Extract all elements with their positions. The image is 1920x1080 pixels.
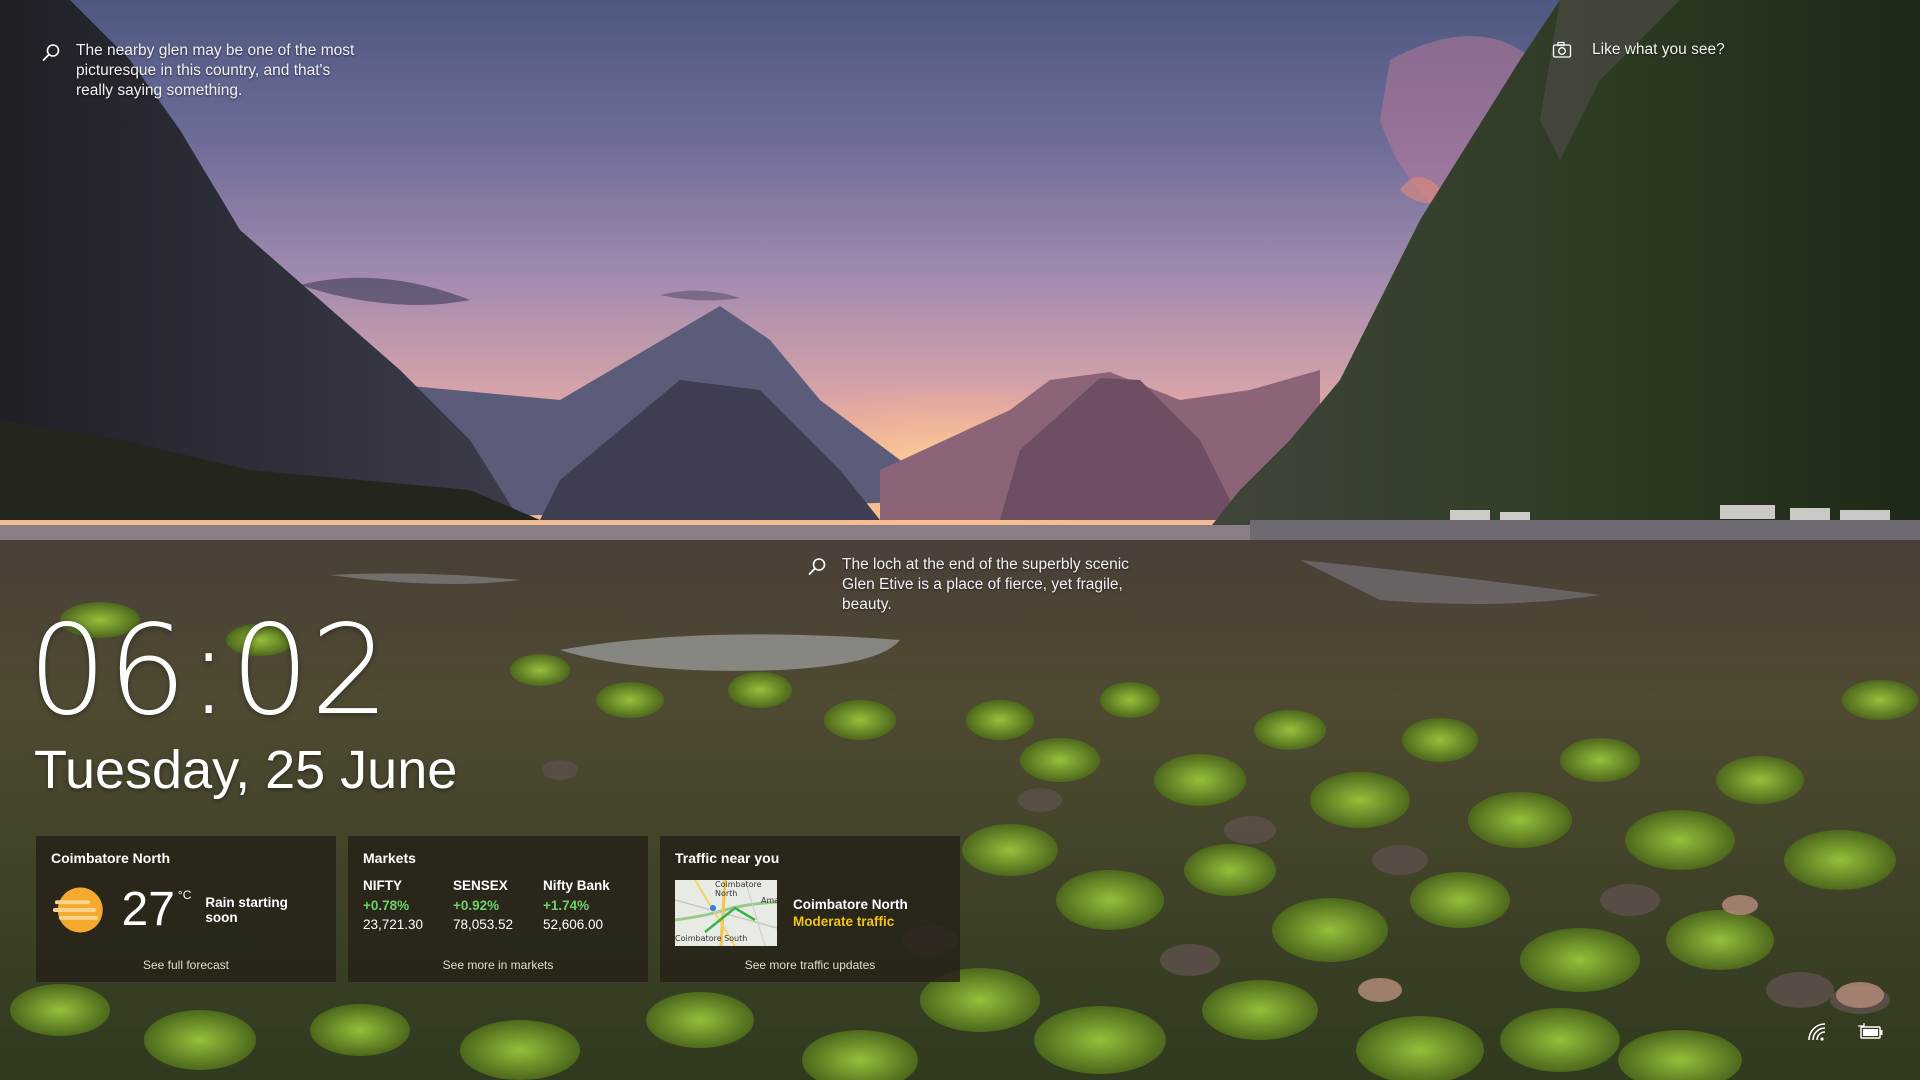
market-index-change: +1.74%	[543, 898, 590, 913]
battery-icon[interactable]	[1858, 1022, 1884, 1042]
weather-temperature: 27	[121, 883, 175, 936]
clock-date: Tuesday, 25 June	[34, 740, 458, 800]
weather-location: Coimbatore North	[51, 850, 170, 866]
weather-card[interactable]: Coimbatore North 27 °C Rain starting soo…	[36, 836, 336, 982]
see-more-traffic-updates-link[interactable]: See more traffic updates	[660, 958, 960, 972]
market-index-change: +0.78%	[363, 898, 410, 913]
traffic-location: Coimbatore North	[793, 897, 908, 912]
market-index: NIFTY +0.78% 23,721.30	[363, 878, 453, 936]
image-hotspot[interactable]: The nearby glen may be one of the most p…	[40, 41, 370, 101]
like-what-you-see-label: Like what you see?	[1592, 41, 1725, 58]
weather-unit: °C	[177, 888, 192, 902]
traffic-title: Traffic near you	[675, 850, 780, 866]
camera-icon	[1552, 41, 1572, 58]
traffic-status: Moderate traffic	[793, 914, 895, 929]
traffic-card[interactable]: Traffic near you Coimbatore North Coimba…	[660, 836, 960, 982]
see-more-in-markets-link[interactable]: See more in markets	[348, 958, 648, 972]
hotspot-caption: The loch at the end of the superbly scen…	[842, 556, 1129, 613]
map-label: Ama	[761, 896, 777, 905]
market-index-name: SENSEX	[453, 878, 508, 893]
weather-condition: Rain starting soon	[205, 895, 288, 925]
market-index-value: 23,721.30	[363, 917, 424, 932]
markets-card[interactable]: Markets NIFTY +0.78% 23,721.30 SENSEX +0…	[348, 836, 648, 982]
image-hotspot[interactable]: The loch at the end of the superbly scen…	[806, 555, 1136, 615]
search-icon[interactable]	[40, 42, 62, 64]
like-what-you-see-button[interactable]: Like what you see?	[1552, 41, 1725, 59]
sun-haze-icon	[52, 887, 103, 933]
network-icon[interactable]	[1806, 1021, 1828, 1043]
market-index-name: NIFTY	[363, 878, 402, 893]
clock-time: 06:02	[28, 599, 391, 743]
market-index-value: 78,053.52	[453, 917, 514, 932]
market-index: SENSEX +0.92% 78,053.52	[453, 878, 543, 936]
map-label: Coimbatore South	[675, 934, 748, 943]
traffic-map-thumbnail: Coimbatore North Coimbatore South Ama	[675, 880, 777, 946]
market-index: Nifty Bank +1.74% 52,606.00	[543, 878, 633, 936]
hotspot-caption: The nearby glen may be one of the most p…	[76, 42, 355, 99]
market-index-name: Nifty Bank	[543, 878, 610, 893]
market-index-change: +0.92%	[453, 898, 500, 913]
market-index-value: 52,606.00	[543, 917, 604, 932]
search-icon[interactable]	[806, 556, 828, 578]
see-full-forecast-link[interactable]: See full forecast	[36, 958, 336, 972]
markets-title: Markets	[363, 850, 416, 866]
